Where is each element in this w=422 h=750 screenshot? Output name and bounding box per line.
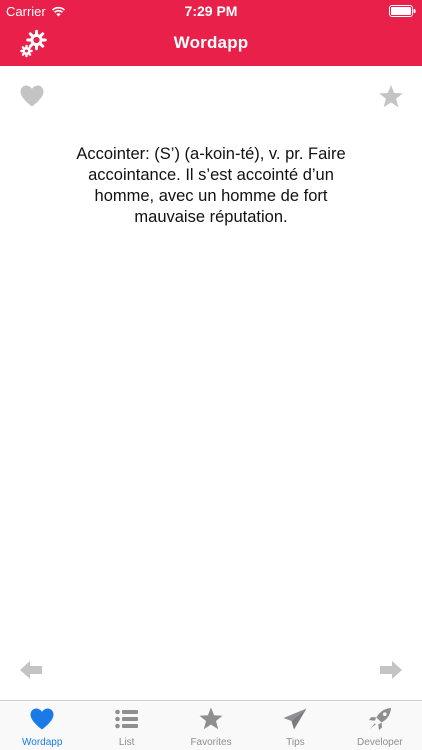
nav-bar: Wordapp [0,22,422,66]
paper-plane-icon [283,708,307,730]
tab-label: Wordapp [22,737,63,748]
nav-title: Wordapp [173,33,249,52]
rocket-icon [368,708,391,730]
status-time: 7:29 PM [184,3,238,19]
star-icon [199,707,223,730]
status-bar: Carrier 7:29 PM [0,0,422,22]
tab-label: Favorites [190,737,232,748]
word-definition: Accointer: (S’) (a-koin-té), v. pr. Fair… [76,145,346,226]
tab-label: Developer [357,737,403,748]
tab-list[interactable]: List [84,701,168,750]
battery-icon [389,5,416,20]
arrow-right-icon [380,661,402,679]
star-icon [379,85,403,108]
star-toggle-button[interactable] [378,84,404,109]
favorite-toggle-button[interactable] [19,84,45,108]
list-icon [114,709,138,729]
tab-bar: Wordapp List Favorites Tips Developer [0,700,422,750]
tab-tips[interactable]: Tips [253,701,337,750]
next-word-button[interactable] [379,660,403,680]
tab-favorites[interactable]: Favorites [169,701,253,750]
heart-icon [20,85,44,107]
tab-label: Tips [286,737,305,748]
heart-icon [30,708,54,730]
arrow-left-icon [20,661,42,679]
tab-wordapp[interactable]: Wordapp [0,701,84,750]
tab-developer[interactable]: Developer [338,701,422,750]
tab-label: List [118,737,135,748]
previous-word-button[interactable] [19,660,43,680]
